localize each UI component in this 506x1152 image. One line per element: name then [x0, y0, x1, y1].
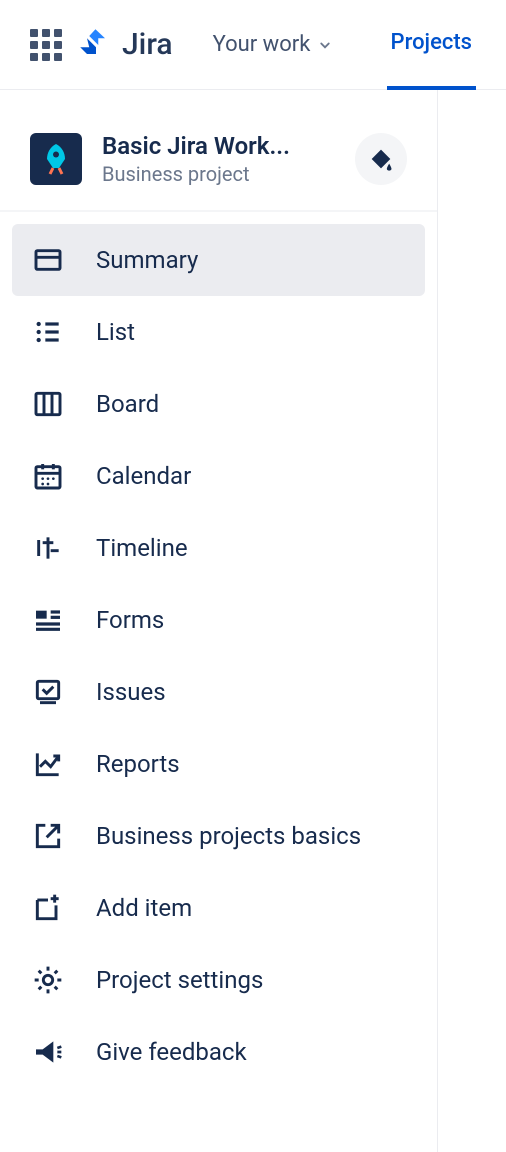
- paint-bucket-icon: [367, 145, 395, 173]
- project-type: Business project: [102, 162, 335, 186]
- forms-icon: [32, 604, 64, 636]
- megaphone-icon: [32, 1036, 64, 1068]
- content-area: Basic Jira Work... Business project Summ…: [0, 90, 506, 1152]
- gear-icon: [32, 964, 64, 996]
- sidebar-item-label: Reports: [96, 750, 180, 778]
- sidebar-item-label: Calendar: [96, 462, 191, 490]
- sidebar-item-board[interactable]: Board: [12, 368, 425, 440]
- nav-projects-label: Projects: [391, 30, 472, 55]
- sidebar-item-calendar[interactable]: Calendar: [12, 440, 425, 512]
- jira-logo-icon: [78, 27, 114, 63]
- top-navigation: Jira Your work Projects: [0, 0, 506, 90]
- project-avatar[interactable]: [30, 133, 82, 185]
- jira-logo[interactable]: Jira: [78, 27, 173, 63]
- project-header: Basic Jira Work... Business project: [0, 114, 437, 212]
- sidebar-item-label: Issues: [96, 678, 166, 706]
- change-color-button[interactable]: [355, 133, 407, 185]
- timeline-icon: [32, 532, 64, 564]
- window-icon: [32, 244, 64, 276]
- jira-logo-text: Jira: [122, 27, 173, 62]
- sidebar-item-list[interactable]: List: [12, 296, 425, 368]
- nav-projects[interactable]: Projects: [387, 0, 476, 90]
- sidebar-item-label: Timeline: [96, 534, 188, 562]
- external-link-icon: [32, 820, 64, 852]
- sidebar-item-label: Business projects basics: [96, 822, 361, 850]
- board-icon: [32, 388, 64, 420]
- sidebar-item-timeline[interactable]: Timeline: [12, 512, 425, 584]
- sidebar-item-issues[interactable]: Issues: [12, 656, 425, 728]
- calendar-icon: [32, 460, 64, 492]
- sidebar-item-give-feedback[interactable]: Give feedback: [12, 1016, 425, 1088]
- app-switcher-button[interactable]: [30, 29, 62, 61]
- reports-icon: [32, 748, 64, 780]
- rocket-icon: [38, 141, 74, 177]
- project-name: Basic Jira Work...: [102, 132, 335, 160]
- nav-your-work[interactable]: Your work: [209, 0, 339, 90]
- list-icon: [32, 316, 64, 348]
- sidebar-item-forms[interactable]: Forms: [12, 584, 425, 656]
- sidebar-item-business-basics[interactable]: Business projects basics: [12, 800, 425, 872]
- sidebar-item-label: Add item: [96, 894, 192, 922]
- sidebar-nav-list: Summary List Board Calendar: [0, 212, 437, 1100]
- sidebar-item-label: Forms: [96, 606, 164, 634]
- nav-your-work-label: Your work: [213, 32, 311, 57]
- sidebar-item-label: Summary: [96, 246, 198, 274]
- chevron-down-icon: [316, 36, 334, 54]
- project-sidebar: Basic Jira Work... Business project Summ…: [0, 90, 438, 1152]
- add-page-icon: [32, 892, 64, 924]
- issues-icon: [32, 676, 64, 708]
- sidebar-item-summary[interactable]: Summary: [12, 224, 425, 296]
- sidebar-item-reports[interactable]: Reports: [12, 728, 425, 800]
- sidebar-item-label: List: [96, 318, 135, 346]
- sidebar-item-label: Project settings: [96, 966, 263, 994]
- project-info[interactable]: Basic Jira Work... Business project: [102, 132, 335, 186]
- sidebar-item-label: Board: [96, 390, 159, 418]
- sidebar-item-add-item[interactable]: Add item: [12, 872, 425, 944]
- sidebar-item-label: Give feedback: [96, 1038, 247, 1066]
- sidebar-item-project-settings[interactable]: Project settings: [12, 944, 425, 1016]
